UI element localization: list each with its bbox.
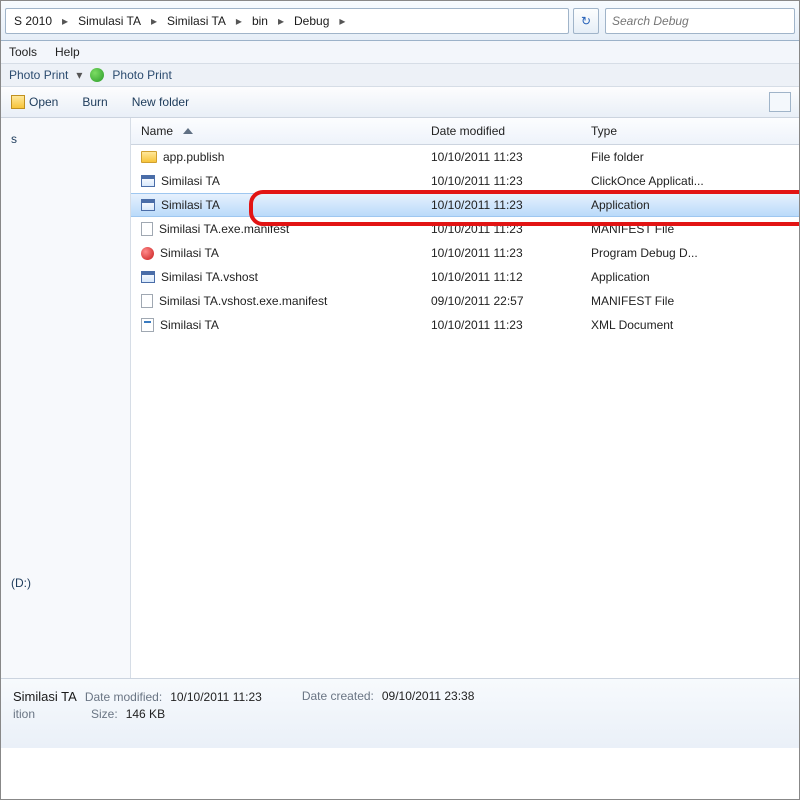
file-name: Similasi TA	[161, 198, 220, 212]
menu-tools[interactable]: Tools	[9, 45, 37, 59]
file-list: Name Date modified Type app.publish 10/10…	[131, 118, 799, 678]
open-label: Open	[29, 95, 58, 109]
column-date[interactable]: Date modified	[421, 118, 581, 144]
rows: app.publish10/10/2011 11:23File folderSi…	[131, 145, 799, 337]
table-row[interactable]: Similasi TA 10/10/2011 11:23Program Debug…	[131, 241, 799, 265]
table-row[interactable]: Similasi TA.vshost 10/10/2011 11:12Applic…	[131, 265, 799, 289]
refresh-button[interactable]: ↻	[573, 8, 599, 34]
details-name: Similasi TA	[13, 689, 77, 704]
file-date: 09/10/2011 22:57	[421, 288, 581, 314]
chevron-right-icon: ▸	[337, 14, 347, 28]
file-name: Similasi TA.vshost	[161, 270, 258, 284]
open-button[interactable]: Open	[11, 95, 58, 109]
nav-item[interactable]: s	[11, 132, 120, 146]
file-icon	[141, 294, 153, 308]
address-bar: S 2010 ▸ Simulasi TA ▸ Similasi TA ▸ bin…	[1, 1, 799, 41]
dropdown-icon: ▾	[76, 68, 82, 82]
table-row[interactable]: Similasi TA 10/10/2011 11:23ClickOnce App…	[131, 169, 799, 193]
column-headers: Name Date modified Type	[131, 118, 799, 145]
app-icon	[141, 175, 155, 187]
app-icon	[141, 199, 155, 211]
table-row[interactable]: Similasi TA 10/10/2011 11:23Application	[131, 193, 799, 217]
details-date-modified: 10/10/2011 11:23	[170, 690, 262, 704]
nav-drive[interactable]: (D:)	[11, 576, 120, 590]
breadcrumb-item[interactable]: Simulasi TA	[70, 9, 149, 33]
table-row[interactable]: Similasi TA 10/10/2011 11:23XML Document	[131, 313, 799, 337]
details-date-created: 09/10/2011 23:38	[382, 689, 475, 703]
file-type: MANIFEST File	[581, 216, 799, 242]
new-folder-button[interactable]: New folder	[132, 95, 189, 109]
details-size: 146 KB	[126, 707, 165, 721]
folder-icon	[141, 151, 157, 163]
search-box[interactable]	[605, 8, 795, 34]
menu-bar: Tools Help	[1, 41, 799, 64]
details-type: ition	[13, 707, 35, 721]
table-row[interactable]: app.publish 10/10/2011 11:23File folder	[131, 145, 799, 169]
chevron-right-icon: ▸	[60, 14, 70, 28]
photo-print-1[interactable]: Photo Print	[9, 68, 68, 82]
column-name[interactable]: Name	[131, 118, 421, 144]
chevron-right-icon: ▸	[276, 14, 286, 28]
file-date: 10/10/2011 11:23	[421, 144, 581, 170]
pdb-icon	[141, 247, 154, 260]
details-date-created-label: Date created:	[302, 689, 374, 703]
file-name: app.publish	[163, 150, 224, 164]
file-date: 10/10/2011 11:23	[421, 216, 581, 242]
file-date: 10/10/2011 11:12	[421, 264, 581, 290]
xml-icon	[141, 318, 154, 332]
photo-print-2[interactable]: Photo Print	[112, 68, 171, 82]
file-type: MANIFEST File	[581, 288, 799, 314]
file-name: Similasi TA	[161, 174, 220, 188]
file-name: Similasi TA.vshost.exe.manifest	[159, 294, 327, 308]
sort-ascending-icon	[183, 128, 193, 134]
open-icon	[11, 95, 25, 109]
file-type: ClickOnce Applicati...	[581, 168, 799, 194]
file-icon	[141, 222, 153, 236]
file-type: Application	[581, 264, 799, 290]
table-row[interactable]: Similasi TA.exe.manifest 10/10/2011 11:23…	[131, 217, 799, 241]
burn-button[interactable]: Burn	[82, 95, 107, 109]
breadcrumb-item[interactable]: Similasi TA	[159, 9, 234, 33]
file-date: 10/10/2011 11:23	[421, 240, 581, 266]
chevron-right-icon: ▸	[149, 14, 159, 28]
breadcrumb[interactable]: S 2010 ▸ Simulasi TA ▸ Similasi TA ▸ bin…	[5, 8, 569, 34]
column-name-label: Name	[141, 124, 173, 138]
details-pane: Similasi TA Date modified: 10/10/2011 11…	[1, 678, 799, 748]
column-type[interactable]: Type	[581, 118, 799, 144]
app-icon	[141, 271, 155, 283]
file-type: File folder	[581, 144, 799, 170]
photo-print-icon	[90, 68, 104, 82]
nav-pane: s (D:)	[1, 118, 131, 678]
main-area: s (D:) Name Date modified Type app.publi…	[1, 118, 799, 678]
table-row[interactable]: Similasi TA.vshost.exe.manifest 09/10/201…	[131, 289, 799, 313]
extra-toolbar: Photo Print ▾ Photo Print	[1, 64, 799, 87]
file-name: Similasi TA	[160, 246, 219, 260]
toolbar: Open Burn New folder	[1, 87, 799, 118]
file-date: 10/10/2011 11:23	[421, 192, 581, 218]
file-name: Similasi TA.exe.manifest	[159, 222, 289, 236]
refresh-icon: ↻	[581, 14, 591, 28]
breadcrumb-item[interactable]: S 2010	[6, 9, 60, 33]
breadcrumb-item[interactable]: Debug	[286, 9, 337, 33]
breadcrumb-item[interactable]: bin	[244, 9, 276, 33]
file-name: Similasi TA	[160, 318, 219, 332]
file-type: XML Document	[581, 312, 799, 338]
file-date: 10/10/2011 11:23	[421, 168, 581, 194]
view-switcher[interactable]	[769, 92, 791, 112]
file-type: Program Debug D...	[581, 240, 799, 266]
file-type: Application	[581, 192, 799, 218]
details-date-modified-label: Date modified:	[85, 690, 162, 704]
menu-help[interactable]: Help	[55, 45, 80, 59]
chevron-right-icon: ▸	[234, 14, 244, 28]
details-size-label: Size:	[91, 707, 118, 721]
file-date: 10/10/2011 11:23	[421, 312, 581, 338]
search-input[interactable]	[612, 14, 788, 28]
